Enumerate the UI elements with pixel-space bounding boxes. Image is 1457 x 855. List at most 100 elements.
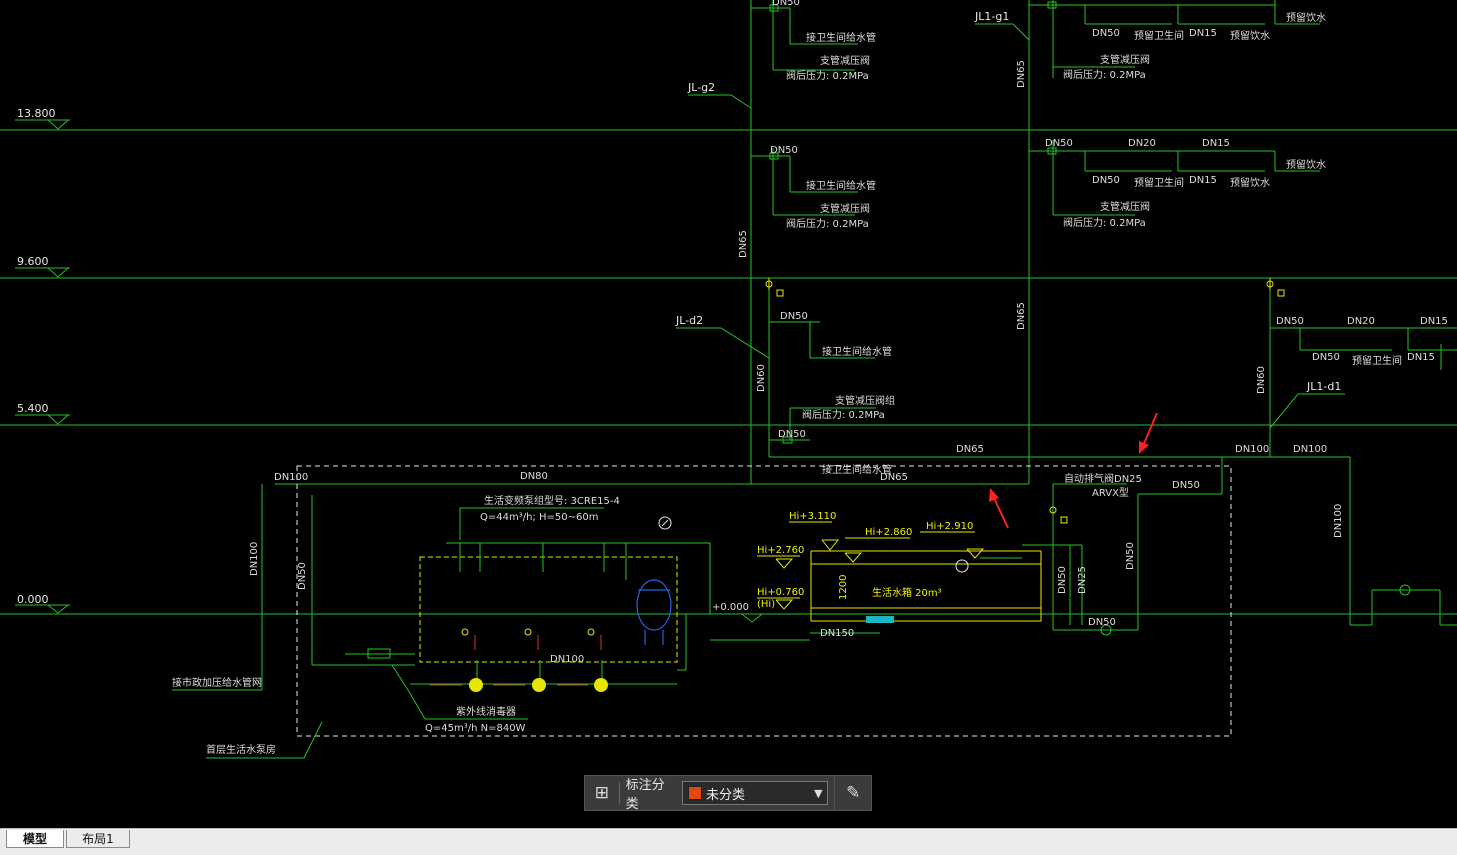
cad-drawing: 13.800 9.600 5.400 0.000 DN50 接卫生间给水管 支管… (0, 0, 1457, 759)
riser-label: JL1-d1 (1306, 380, 1341, 393)
fixture-note: 预留饮水 (1286, 11, 1326, 24)
level-label: Hi+2.760 (757, 545, 804, 556)
pipe-size-label: DN50 (780, 311, 808, 322)
riser-label: JL-g2 (687, 81, 715, 94)
level-label: (Hi) (757, 599, 775, 610)
pipe-size-label: DN20 (1347, 316, 1375, 327)
branch-note: 支管减压阀 (1100, 53, 1150, 66)
branch-note: 接卫生间给水管 (806, 31, 876, 44)
elevation-markers: 13.800 9.600 5.400 0.000 (15, 107, 70, 614)
fixture-note: 预留卫生间 (1134, 176, 1184, 189)
water-level-markers: Hi+3.110 Hi+2.860 Hi+2.910 Hi+2.760 Hi+0… (757, 511, 985, 610)
branch-note: 阀后压力: 0.2MPa (802, 408, 885, 421)
grid-icon[interactable]: ⊞ (585, 776, 619, 810)
pipe-size-label: DN15 (1407, 352, 1435, 363)
chevron-down-icon[interactable]: ▼ (809, 787, 827, 800)
fixture-note: 预留饮水 (1230, 176, 1270, 189)
drawing-canvas[interactable]: 13.800 9.600 5.400 0.000 DN50 接卫生间给水管 支管… (0, 0, 1457, 828)
pipe-size-label: DN65 (956, 444, 984, 455)
fixture-note: 预留卫生间 (1134, 29, 1184, 42)
pipe-size-label: DN100 (550, 654, 584, 665)
pipe-size-label: DN100 (1293, 444, 1327, 455)
elevation-label: 5.400 (17, 402, 49, 415)
pipe-size-label: DN100 (1235, 444, 1269, 455)
pipe-size-label: DN100 (1333, 504, 1344, 538)
air-valve-label: 自动排气阀DN25 (1064, 472, 1142, 485)
level-label: Hi+0.760 (757, 587, 804, 598)
edit-icon[interactable]: ✎ (834, 776, 871, 810)
toolbar-divider (618, 782, 620, 804)
tank-label: 生活水箱 20m³ (872, 586, 942, 599)
tank-height: 1200 (838, 575, 849, 600)
fixture-note: 预留卫生间 (1352, 354, 1402, 367)
pipe-size-label: DN50 (1312, 352, 1340, 363)
branch-note: 支管减压阀 (820, 202, 870, 215)
pipe-size-label: DN50 (1092, 28, 1120, 39)
pipe-size-label: DN50 (297, 562, 308, 590)
pipe-size-label: DN60 (1256, 366, 1267, 394)
pipe-size-label: DN100 (274, 472, 308, 483)
disinfector-spec: Q=45m³/h N=840W (425, 723, 526, 734)
pipe-size-label: DN15 (1420, 316, 1448, 327)
annotation-category-toolbar: ⊞ 标注分类 未分类 ▼ ✎ (584, 775, 872, 812)
branch-note: 阀后压力: 0.2MPa (1063, 216, 1146, 229)
pump-spec: Q=44m³/h; H=50~60m (480, 512, 598, 523)
level-label: Hi+2.860 (865, 527, 912, 538)
riser-label: JL1-g1 (974, 10, 1009, 23)
fixture-note: 预留饮水 (1230, 29, 1270, 42)
branch-note: 接卫生间给水管 (822, 463, 892, 476)
pressure-tank (636, 579, 672, 631)
branch-note: 支管减压阀 (820, 54, 870, 67)
branch-note: 接卫生间给水管 (822, 345, 892, 358)
elevation-label: 0.000 (17, 593, 49, 606)
category-label: 标注分类 (625, 778, 665, 812)
pipe-size-label: DN150 (820, 628, 854, 639)
level-label: Hi+3.110 (789, 511, 836, 522)
pipe-size-label: DN65 (1016, 60, 1027, 88)
pipe-size-label: DN20 (1128, 138, 1156, 149)
category-color-swatch (688, 786, 703, 800)
category-select[interactable]: 未分类 ▼ (682, 781, 829, 805)
branch-note: 支管减压阀 (1100, 200, 1150, 213)
air-valve-assembly (1022, 483, 1138, 636)
municipal-supply (172, 484, 415, 691)
fixture-note: 预留饮水 (1286, 158, 1326, 171)
pipe-size-label: DN50 (1045, 138, 1073, 149)
pipe-size-label: DN50 (1125, 542, 1136, 570)
air-valve-type: ARVX型 (1092, 486, 1129, 499)
pump-model: 生活变频泵组型号: 3CRE15-4 (484, 494, 620, 507)
pipe-size-label: DN15 (1189, 175, 1217, 186)
pipe-size-label: DN50 (778, 429, 806, 440)
municipal-label: 接市政加压给水管网 (172, 676, 262, 689)
pipe-size-label: DN50 (1057, 566, 1068, 594)
riser-label: JL-d2 (675, 314, 703, 327)
tab-model[interactable]: 模型 (6, 830, 64, 848)
branch-note: 阀后压力: 0.2MPa (786, 69, 869, 82)
layout-tab-bar: 模型 布局1 (0, 828, 1457, 855)
pipe-size-label: DN80 (520, 471, 548, 482)
pipe-size-label: DN50 (1088, 617, 1116, 628)
tank-outlet (866, 616, 894, 623)
pipe-size-label: DN100 (249, 542, 260, 576)
tab-layout1[interactable]: 布局1 (66, 830, 130, 848)
pipe-size-label: DN50 (772, 0, 800, 8)
pipe-size-label: DN50 (770, 145, 798, 156)
floor-level-label: +0.000 (712, 602, 749, 613)
pipe-size-label: DN50 (1092, 175, 1120, 186)
pipe-size-label: DN65 (738, 230, 749, 258)
elevation-label: 13.800 (17, 107, 56, 120)
pipe-size-label: DN50 (1276, 316, 1304, 327)
level-label: Hi+2.910 (926, 521, 973, 532)
float-valve-icon (955, 559, 969, 573)
branch-note: 阀后压力: 0.2MPa (786, 217, 869, 230)
pipe-size-label: DN15 (1202, 138, 1230, 149)
pipe-size-label: DN50 (1172, 480, 1200, 491)
branch-note: 支管减压阀组 (835, 394, 895, 407)
branch-note: 阀后压力: 0.2MPa (1063, 68, 1146, 81)
pump-room-label: 首层生活水泵房 (206, 743, 276, 756)
pipe-size-label: DN60 (756, 364, 767, 392)
category-selected-value: 未分类 (706, 787, 746, 803)
pump-set-boundary (419, 556, 678, 663)
disinfector-label: 紫外线消毒器 (456, 705, 516, 718)
red-annotation-arrows (989, 412, 1158, 529)
